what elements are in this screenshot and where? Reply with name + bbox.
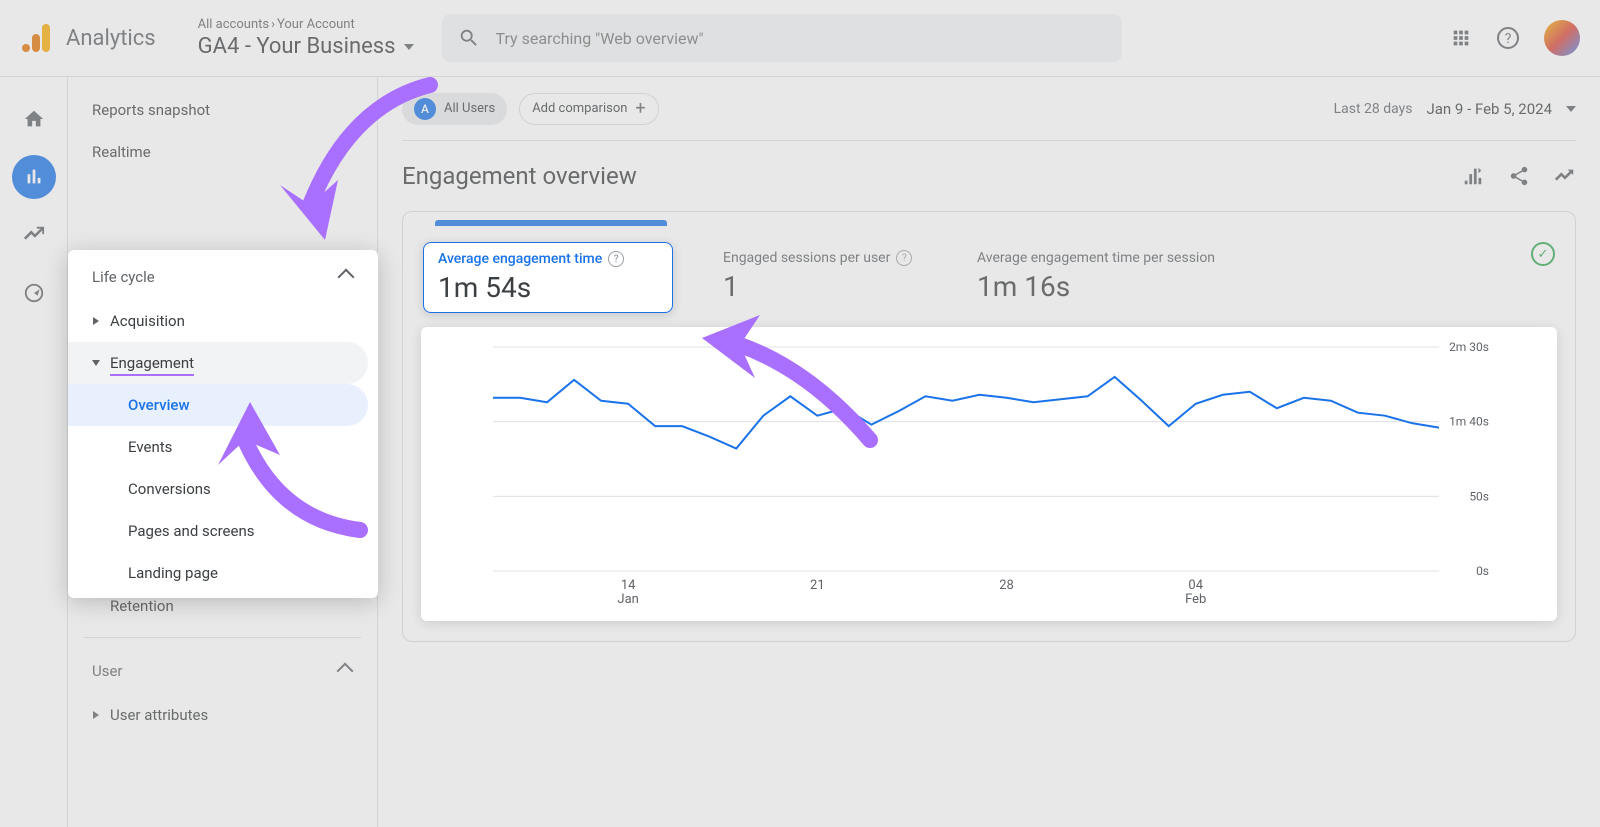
toolbar: A All Users Add comparison + Last 28 day… (402, 77, 1576, 141)
search-icon (458, 27, 480, 49)
sidebar-section-user[interactable]: User (68, 648, 367, 694)
svg-text:14: 14 (621, 578, 636, 593)
caret-icon (93, 317, 99, 325)
svg-text:Feb: Feb (1185, 592, 1206, 607)
property-name: GA4 - Your Business (198, 34, 396, 59)
sidebar-popout: Life cycle Acquisition Engagement Overvi… (68, 250, 378, 598)
metric-engaged-sessions[interactable]: Engaged sessions per user? 1 (673, 242, 963, 313)
date-preset-label: Last 28 days (1334, 101, 1413, 117)
sidebar-engagement-pages[interactable]: Pages and screens (68, 510, 368, 552)
page-title: Engagement overview (402, 162, 637, 190)
chevron-down-icon (1566, 106, 1576, 112)
breadcrumb: All accounts › Your Account (198, 17, 414, 32)
metric-label: Average engagement time per session (977, 250, 1215, 266)
add-comparison-button[interactable]: Add comparison + (519, 93, 658, 125)
share-icon[interactable] (1508, 165, 1530, 187)
sidebar-engagement-conversions[interactable]: Conversions (68, 468, 368, 510)
caret-icon (92, 360, 100, 366)
engagement-card: ✓ Average engagement time? 1m 54s Engage… (402, 211, 1576, 642)
rail-explore[interactable] (12, 213, 56, 257)
sidebar-section-lifecycle[interactable]: Life cycle (68, 254, 368, 300)
search-bar[interactable] (442, 14, 1122, 62)
breadcrumb-account: Your Account (277, 17, 355, 32)
metric-label: Engaged sessions per user (723, 250, 890, 266)
metric-avg-engagement-session[interactable]: Average engagement time per session 1m 1… (963, 242, 1555, 313)
date-range[interactable]: Jan 9 - Feb 5, 2024 (1426, 100, 1552, 118)
metric-value: 1m 54s (438, 271, 658, 304)
sidebar-acquisition[interactable]: Acquisition (68, 300, 368, 342)
breadcrumb-all: All accounts (198, 17, 269, 32)
sidebar-engagement[interactable]: Engagement (68, 342, 368, 384)
sidebar-item-label: User attributes (110, 706, 208, 724)
rail-home[interactable] (12, 97, 56, 141)
audience-badge: A (414, 98, 436, 120)
svg-text:28: 28 (999, 578, 1014, 593)
analytics-logo-icon (20, 20, 56, 56)
engagement-chart: 0s 50s 1m 40s 2m 30s 14Jan 21 28 04Feb (421, 327, 1557, 621)
account-selector[interactable]: All accounts › Your Account GA4 - Your B… (198, 17, 414, 59)
help-icon[interactable]: ? (1496, 26, 1520, 50)
sidebar-engagement-overview[interactable]: Overview (68, 384, 368, 426)
metric-avg-engagement-time[interactable]: Average engagement time? 1m 54s (423, 242, 673, 313)
svg-text:0s: 0s (1476, 564, 1489, 578)
apps-icon[interactable] (1450, 27, 1472, 49)
svg-text:?: ? (1505, 31, 1512, 47)
sidebar-item-label: Retention (110, 597, 174, 615)
page-title-row: Engagement overview (402, 141, 1576, 211)
svg-text:1m 40s: 1m 40s (1449, 415, 1489, 429)
svg-text:50s: 50s (1469, 489, 1489, 503)
logo[interactable]: Analytics (20, 20, 156, 56)
rail-advertising[interactable] (12, 271, 56, 315)
chip-label: Add comparison (532, 101, 627, 116)
divider (84, 637, 361, 638)
svg-text:2m 30s: 2m 30s (1449, 340, 1489, 354)
nav-rail (0, 77, 68, 827)
chevron-up-icon (338, 269, 355, 286)
customize-icon[interactable] (1462, 165, 1484, 187)
metric-value: 1m 16s (977, 270, 1541, 303)
audience-chip[interactable]: A All Users (402, 93, 507, 125)
sidebar-item-label: Engagement (110, 354, 194, 372)
help-icon[interactable]: ? (896, 250, 912, 266)
sidebar-realtime[interactable]: Realtime (68, 131, 377, 173)
chevron-down-icon (404, 44, 414, 50)
sidebar-engagement-landing[interactable]: Landing page (68, 552, 368, 594)
insights-icon[interactable] (1554, 165, 1576, 187)
sidebar-user-attributes[interactable]: User attributes (68, 694, 367, 736)
metric-value: 1 (723, 270, 949, 303)
main-content: A All Users Add comparison + Last 28 day… (378, 77, 1600, 827)
product-name: Analytics (66, 26, 156, 51)
chevron-right-icon: › (271, 17, 275, 32)
verified-icon: ✓ (1531, 242, 1555, 266)
plus-icon: + (635, 98, 645, 119)
sidebar-item-label: Acquisition (110, 312, 185, 330)
search-input[interactable] (496, 29, 1106, 48)
rail-reports[interactable] (12, 155, 56, 199)
svg-text:21: 21 (810, 578, 825, 593)
svg-text:04: 04 (1188, 578, 1203, 593)
caret-icon (93, 711, 99, 719)
sidebar-snapshot[interactable]: Reports snapshot (68, 89, 377, 131)
chip-label: All Users (444, 101, 495, 116)
chevron-up-icon (337, 663, 354, 680)
user-avatar[interactable] (1544, 20, 1580, 56)
section-label: Life cycle (92, 268, 155, 286)
sidebar-engagement-events[interactable]: Events (68, 426, 368, 468)
section-label: User (92, 662, 123, 680)
svg-text:Jan: Jan (617, 592, 638, 607)
help-icon[interactable]: ? (608, 251, 624, 267)
app-header: Analytics All accounts › Your Account GA… (0, 0, 1600, 77)
metric-label: Average engagement time (438, 251, 602, 267)
